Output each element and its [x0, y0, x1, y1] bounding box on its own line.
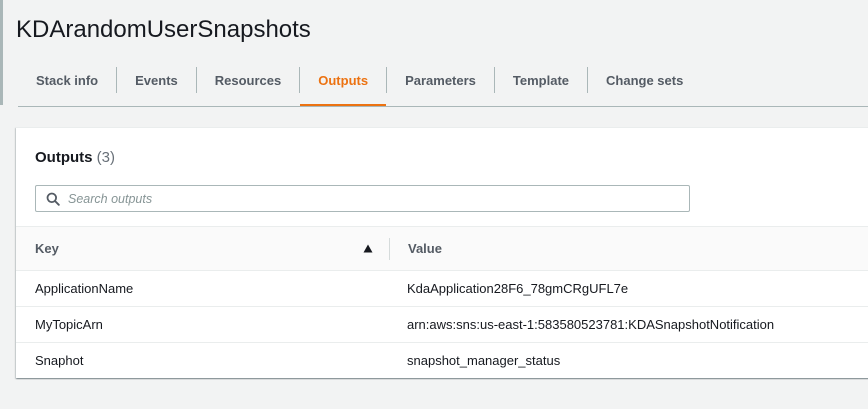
column-header-key[interactable]: Key	[16, 227, 389, 270]
outputs-header: Outputs (3)	[35, 148, 115, 168]
stack-tabs: Stack info Events Resources Outputs Para…	[18, 66, 868, 107]
tab-stack-info[interactable]: Stack info	[18, 67, 116, 93]
tab-outputs[interactable]: Outputs	[299, 67, 386, 106]
tab-events[interactable]: Events	[116, 67, 196, 93]
table-row: MyTopicArn arn:aws:sns:us-east-1:5835805…	[16, 307, 868, 343]
tab-parameters[interactable]: Parameters	[386, 67, 494, 93]
outputs-panel: Outputs (3) Key	[16, 127, 868, 378]
table-row: Snaphot snapshot_manager_status	[16, 343, 868, 378]
table-header: Key Value	[16, 226, 868, 271]
column-header-key-label: Key	[35, 241, 59, 256]
row-key: Snaphot	[35, 353, 84, 368]
row-value: arn:aws:sns:us-east-1:583580523781:KDASn…	[407, 317, 775, 332]
search-box[interactable]	[35, 185, 690, 212]
tab-resources[interactable]: Resources	[195, 67, 299, 93]
outputs-table: Key Value ApplicationName KdaApplication…	[16, 226, 868, 378]
table-row: ApplicationName KdaApplication28F6_78gmC…	[16, 271, 868, 307]
outputs-title: Outputs	[35, 149, 93, 166]
stack-detail-page: KDArandomUserSnapshots Stack info Events…	[0, 0, 868, 409]
tab-change-sets[interactable]: Change sets	[587, 67, 701, 93]
sort-ascending-icon[interactable]	[363, 244, 373, 254]
search-icon	[46, 192, 60, 206]
column-header-value[interactable]: Value	[389, 237, 442, 260]
column-header-value-label: Value	[408, 241, 442, 256]
page-title: KDArandomUserSnapshots	[16, 16, 311, 43]
row-value: snapshot_manager_status	[407, 353, 561, 368]
row-value: KdaApplication28F6_78gmCRgUFL7e	[407, 281, 629, 296]
search-input[interactable]	[68, 191, 648, 206]
row-key: ApplicationName	[35, 281, 134, 296]
left-divider	[0, 0, 3, 105]
outputs-count: (3)	[96, 149, 116, 166]
row-key: MyTopicArn	[35, 317, 103, 332]
tab-template[interactable]: Template	[493, 67, 587, 93]
